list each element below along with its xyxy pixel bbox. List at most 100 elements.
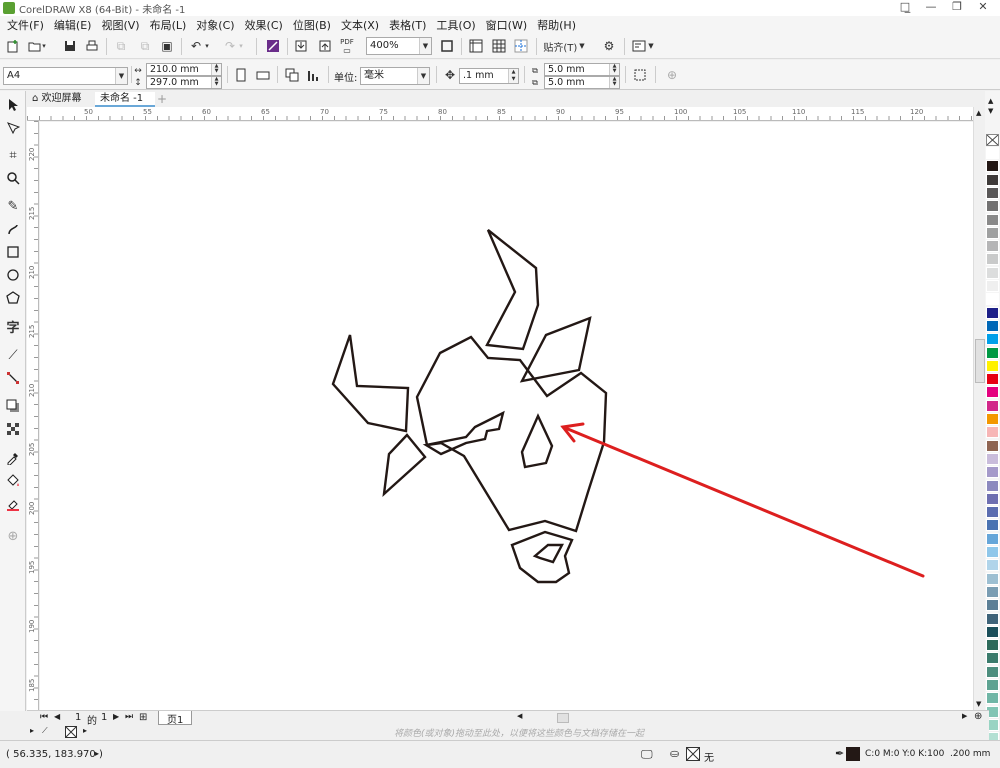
show-rulers-icon[interactable] xyxy=(467,37,485,55)
no-color-icon[interactable] xyxy=(65,726,77,738)
page-height-field[interactable]: 297.0 mm ▲ ▼ xyxy=(146,76,222,89)
color-swatch[interactable] xyxy=(986,652,999,665)
connector-tool-icon[interactable] xyxy=(4,369,22,387)
drop-shadow-tool-icon[interactable] xyxy=(4,397,22,415)
application-launcher-icon[interactable] xyxy=(630,37,648,55)
color-swatch[interactable] xyxy=(986,213,999,226)
rectangle-tool-icon[interactable] xyxy=(4,243,22,261)
color-swatch[interactable] xyxy=(986,386,999,399)
current-page-icon[interactable] xyxy=(305,66,323,84)
color-swatch[interactable] xyxy=(986,333,999,346)
scroll-right-icon[interactable]: ▶ xyxy=(962,712,967,720)
left-horn-shape[interactable] xyxy=(331,334,410,433)
drawing-canvas[interactable] xyxy=(40,122,973,710)
page-width-field[interactable]: 210.0 mm ▲ ▼ xyxy=(146,63,222,76)
interactive-fill-tool-icon[interactable] xyxy=(4,472,22,490)
color-swatch[interactable] xyxy=(986,612,999,625)
color-swatch[interactable] xyxy=(986,572,999,585)
color-swatch[interactable] xyxy=(986,186,999,199)
color-swatch[interactable] xyxy=(986,665,999,678)
color-swatch[interactable] xyxy=(986,359,999,372)
palette-more-icon[interactable]: ▸ xyxy=(83,726,87,735)
add-tool-icon[interactable]: ⊕ xyxy=(4,527,22,545)
import-icon[interactable] xyxy=(292,37,310,55)
vertical-scroll-thumb[interactable] xyxy=(975,339,985,383)
color-swatch[interactable] xyxy=(986,532,999,545)
palette-up-icon[interactable]: ▲ xyxy=(988,97,993,105)
brow-mark-shape[interactable] xyxy=(422,410,505,456)
unit-select[interactable]: 毫米 ▼ xyxy=(360,67,430,85)
shape-tool-icon[interactable] xyxy=(4,119,22,137)
paste-icon[interactable]: ▣ xyxy=(158,37,176,55)
color-swatch[interactable] xyxy=(986,585,999,598)
options-gear-icon[interactable]: ⚙ xyxy=(600,37,618,55)
nose-inner-shape[interactable] xyxy=(532,543,564,564)
document-palette-bar[interactable]: ▸ ⟋ ▸ 将颜色(或对象)拖动至此处，以便将这些颜色与文档存储在一起 xyxy=(27,725,989,740)
chevron-down-icon[interactable]: ▾ xyxy=(40,37,48,55)
color-swatch[interactable] xyxy=(986,639,999,652)
duplicate-distance-y-field[interactable]: 5.0 mm ▲ ▼ xyxy=(544,76,620,89)
color-swatch[interactable] xyxy=(986,399,999,412)
polygon-tool-icon[interactable] xyxy=(4,289,22,307)
menu-item-4[interactable]: 对象(C) xyxy=(194,17,242,33)
right-horn-shape[interactable] xyxy=(485,229,540,351)
color-swatch[interactable] xyxy=(986,519,999,532)
spin-arrows-icon[interactable]: ▲ ▼ xyxy=(609,77,619,88)
horizontal-scroll-thumb[interactable] xyxy=(557,713,569,723)
next-page-icon[interactable]: ▶ xyxy=(113,712,119,721)
color-swatch[interactable] xyxy=(986,426,999,439)
eyedropper-small-icon[interactable]: ⟋ xyxy=(42,726,48,736)
zoom-tool-icon[interactable] xyxy=(4,169,22,187)
eye-shape[interactable] xyxy=(520,413,554,469)
pick-tool-icon[interactable] xyxy=(4,96,22,114)
smart-fill-tool-icon[interactable] xyxy=(4,495,22,513)
color-swatch[interactable] xyxy=(986,439,999,452)
spin-arrows-icon[interactable]: ▲ ▼ xyxy=(508,69,518,83)
color-swatch[interactable] xyxy=(986,692,999,705)
scroll-left-icon[interactable]: ◀ xyxy=(517,712,522,720)
portrait-icon[interactable] xyxy=(232,66,250,84)
color-swatch[interactable] xyxy=(986,559,999,572)
color-eyedropper-tool-icon[interactable] xyxy=(4,449,22,467)
add-page-icon[interactable]: ⊞ xyxy=(139,712,147,723)
menu-item-9[interactable]: 工具(O) xyxy=(434,17,483,33)
page-tab[interactable]: 页1 xyxy=(158,711,193,726)
spin-arrows-icon[interactable]: ▲ ▼ xyxy=(211,64,221,75)
color-swatch[interactable] xyxy=(986,346,999,359)
color-swatch[interactable] xyxy=(986,173,999,186)
color-swatch[interactable] xyxy=(986,253,999,266)
add-tab-button[interactable]: + xyxy=(155,92,169,107)
artistic-media-tool-icon[interactable] xyxy=(4,220,22,238)
all-pages-icon[interactable] xyxy=(283,66,301,84)
export-icon[interactable] xyxy=(316,37,334,55)
color-swatch[interactable] xyxy=(986,293,999,306)
treat-as-filled-icon[interactable] xyxy=(631,66,649,84)
show-guidelines-icon[interactable] xyxy=(512,37,530,55)
color-swatch[interactable] xyxy=(986,226,999,239)
menu-item-5[interactable]: 效果(C) xyxy=(243,17,291,33)
color-swatch[interactable] xyxy=(986,160,999,173)
tab-welcome-screen[interactable]: ⌂ 欢迎屏幕 xyxy=(27,92,95,107)
landscape-icon[interactable] xyxy=(254,66,272,84)
color-swatch[interactable] xyxy=(986,319,999,332)
menu-item-3[interactable]: 布局(L) xyxy=(148,17,195,33)
spin-arrows-icon[interactable]: ▲ ▼ xyxy=(211,77,221,88)
left-ear-shape[interactable] xyxy=(382,433,427,498)
publish-pdf-icon[interactable]: PDF ▭ xyxy=(338,37,356,55)
menu-item-0[interactable]: 文件(F) xyxy=(5,17,52,33)
no-color-swatch[interactable] xyxy=(986,134,999,146)
color-swatch[interactable] xyxy=(986,280,999,292)
vertical-scrollbar[interactable]: ▲ ▼ xyxy=(973,107,985,710)
color-swatch[interactable] xyxy=(986,413,999,425)
freehand-tool-icon[interactable]: ✎ xyxy=(4,197,22,215)
menu-item-8[interactable]: 表格(T) xyxy=(387,17,434,33)
restore-view-icon[interactable]: □̲ xyxy=(892,0,918,13)
vertical-ruler[interactable]: 220 215 210 215 210 205 200 195 190 185 xyxy=(27,121,39,710)
menu-item-11[interactable]: 帮助(H) xyxy=(535,17,584,33)
menu-item-2[interactable]: 视图(V) xyxy=(99,17,147,33)
page-size-select[interactable]: A4 ▼ xyxy=(3,67,128,85)
color-swatch[interactable] xyxy=(986,492,999,505)
scroll-up-icon[interactable]: ▲ xyxy=(976,109,981,117)
copy-icon[interactable]: ⧉ xyxy=(136,37,154,55)
ellipse-tool-icon[interactable] xyxy=(4,266,22,284)
